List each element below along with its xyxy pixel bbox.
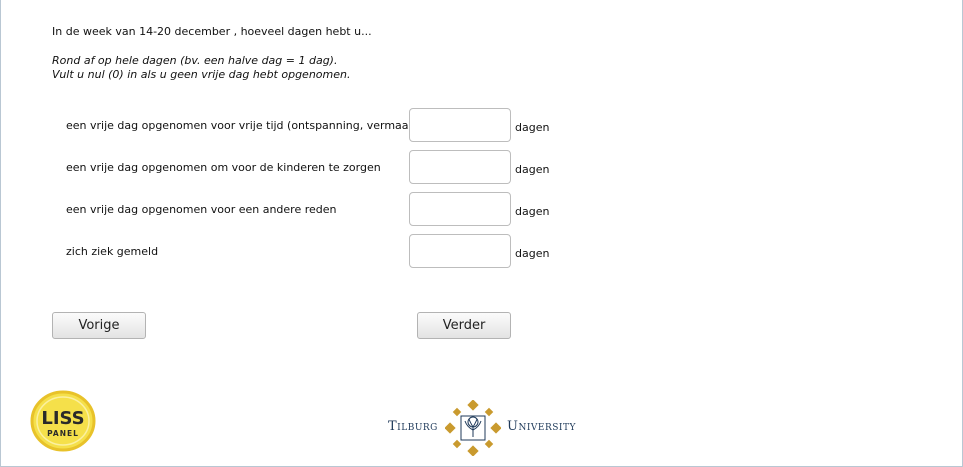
- instruction-line: Rond af op hele dagen (bv. een halve dag…: [52, 54, 338, 67]
- tilburg-university-logo: Tilburg University: [387, 400, 587, 456]
- liss-panel-logo: LISS PANEL: [30, 390, 96, 452]
- back-button[interactable]: Vorige: [52, 312, 146, 339]
- liss-logo-text: LISS: [41, 408, 84, 429]
- unit-label: dagen: [515, 247, 550, 260]
- tilburg-logo-left-text: Tilburg: [388, 419, 438, 434]
- childcare-days-input[interactable]: [409, 150, 511, 184]
- tilburg-seal-icon: [445, 400, 501, 456]
- next-button[interactable]: Verder: [417, 312, 511, 339]
- row-label-leisure: een vrije dag opgenomen voor vrije tijd …: [66, 119, 420, 132]
- question-text: In de week van 14-20 december , hoeveel …: [52, 25, 372, 38]
- tilburg-logo-right-text: University: [507, 419, 576, 434]
- other-reason-days-input[interactable]: [409, 192, 511, 226]
- liss-logo-subtext: PANEL: [47, 429, 79, 438]
- unit-label: dagen: [515, 205, 550, 218]
- unit-label: dagen: [515, 163, 550, 176]
- unit-label: dagen: [515, 121, 550, 134]
- sick-days-input[interactable]: [409, 234, 511, 268]
- row-label-sick: zich ziek gemeld: [66, 245, 159, 258]
- instructions: Rond af op hele dagen (bv. een halve dag…: [52, 54, 350, 82]
- row-label-other-reason: een vrije dag opgenomen voor een andere …: [66, 203, 337, 216]
- leisure-days-input[interactable]: [409, 108, 511, 142]
- row-label-childcare: een vrije dag opgenomen om voor de kinde…: [66, 161, 381, 174]
- instruction-line: Vult u nul (0) in als u geen vrije dag h…: [52, 68, 351, 81]
- survey-page: In de week van 14-20 december , hoeveel …: [0, 0, 963, 467]
